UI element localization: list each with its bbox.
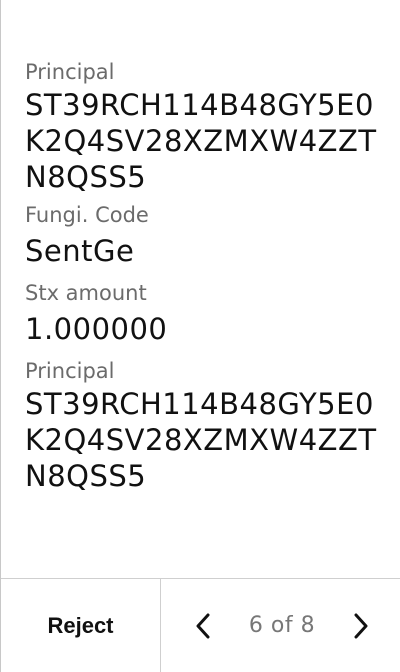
pagination: 6 of 8	[161, 579, 400, 672]
field-value: ST39RCH114B48GY5E0K2Q4SV28XZMXW4ZZTN8QSS…	[25, 387, 377, 493]
action-footer: Reject 6 of 8	[1, 578, 400, 672]
field-label: Principal	[25, 60, 115, 84]
field-stx-amount: Stx amount 1.000000	[25, 279, 385, 347]
field-principal-1: Principal ST39RCH114B48GY5E0K2Q4SV28XZMX…	[25, 58, 385, 195]
field-value: ST39RCH114B48GY5E0K2Q4SV28XZMXW4ZZTN8QSS…	[25, 88, 377, 194]
field-label: Fungi. Code	[25, 203, 149, 227]
field-label: Principal	[25, 359, 115, 383]
transaction-details: Principal ST39RCH114B48GY5E0K2Q4SV28XZMX…	[25, 58, 385, 500]
field-value: 1.000000	[25, 312, 168, 346]
field-label: Stx amount	[25, 281, 147, 305]
field-value: SentGe	[25, 234, 135, 268]
previous-page-button[interactable]	[191, 611, 215, 641]
field-fungi-code: Fungi. Code SentGe	[25, 201, 385, 269]
transaction-review-screen: Principal ST39RCH114B48GY5E0K2Q4SV28XZMX…	[0, 0, 400, 672]
chevron-right-icon	[354, 613, 368, 638]
chevron-left-icon	[196, 613, 210, 638]
next-page-button[interactable]	[349, 611, 373, 641]
reject-button[interactable]: Reject	[1, 579, 161, 672]
field-principal-2: Principal ST39RCH114B48GY5E0K2Q4SV28XZMX…	[25, 357, 385, 494]
page-indicator: 6 of 8	[248, 613, 316, 638]
